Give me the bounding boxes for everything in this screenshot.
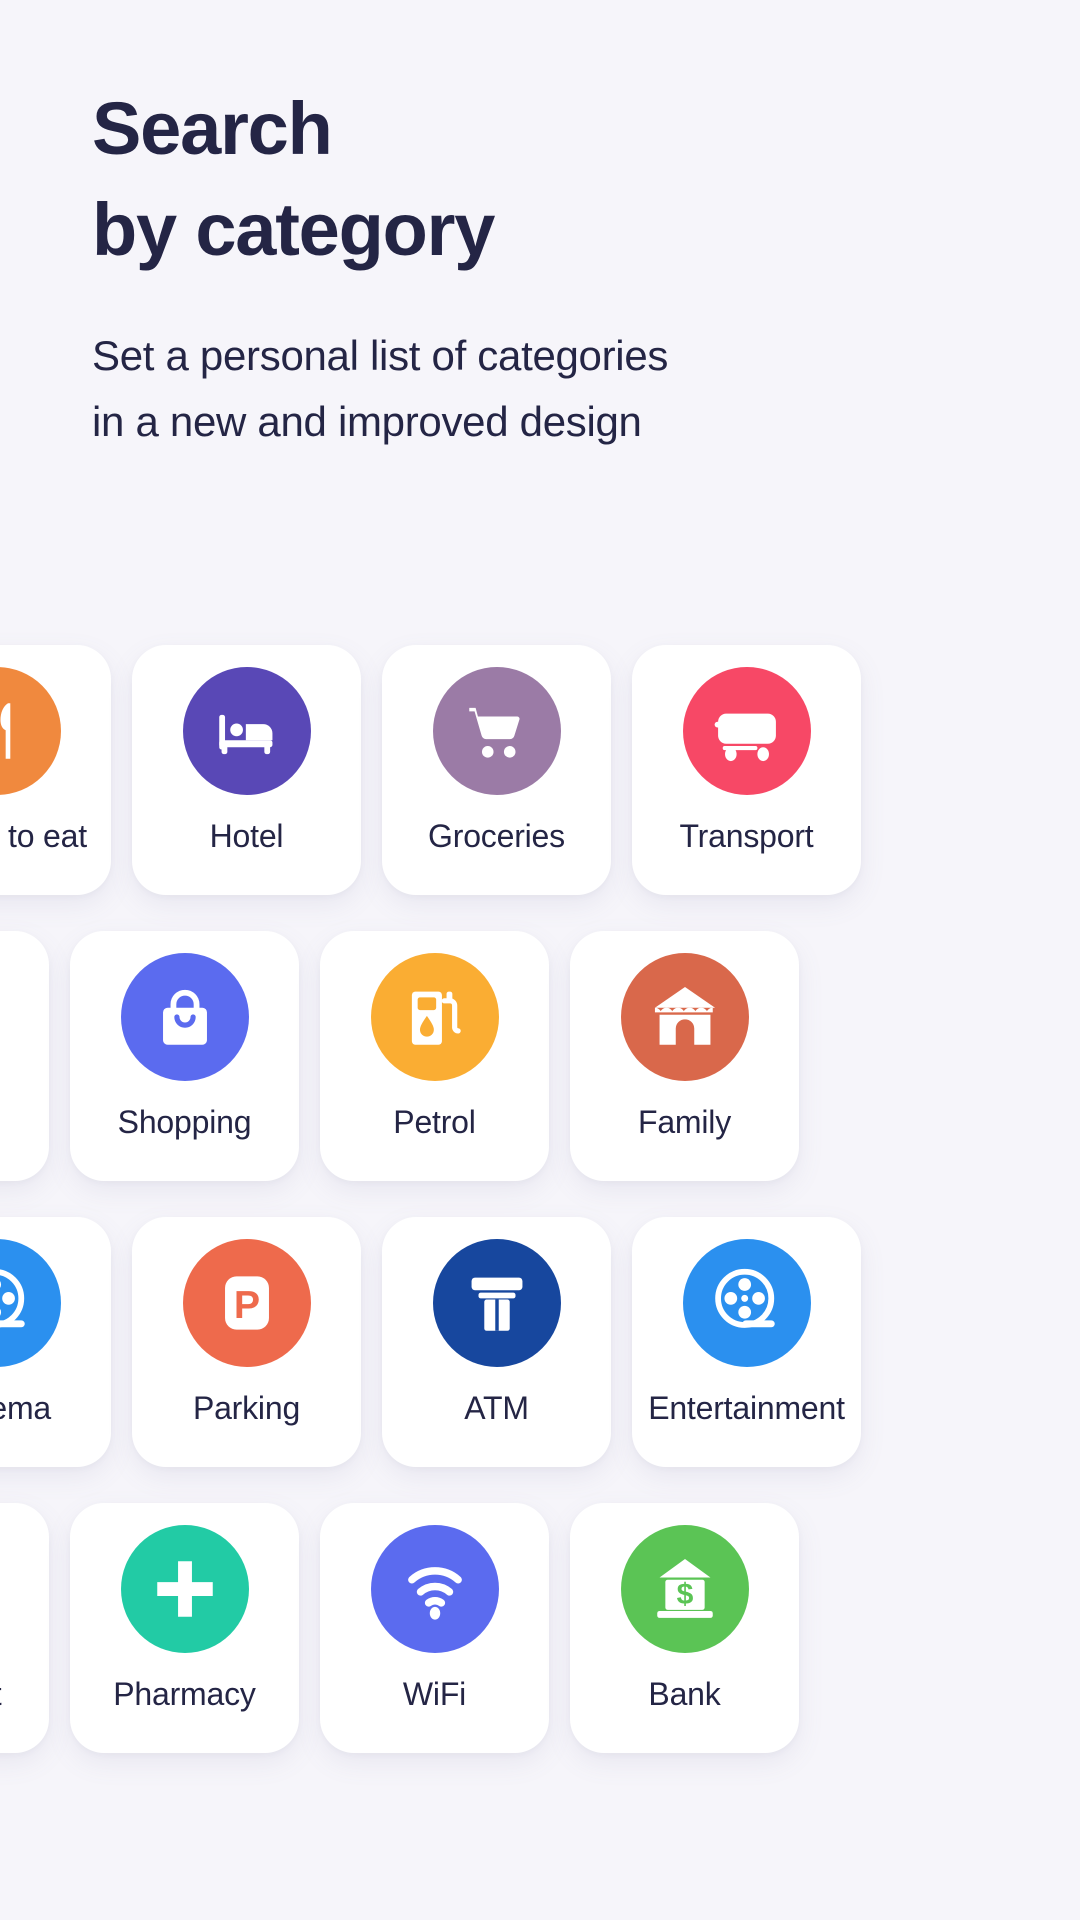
category-label: Shopping [117, 1104, 252, 1140]
wifi-icon [370, 1525, 499, 1653]
category-label: Family [637, 1104, 732, 1140]
film-reel-icon [0, 1239, 61, 1367]
bus-icon [682, 667, 811, 795]
category-label: ATM [464, 1390, 529, 1426]
shopping-icon [120, 953, 249, 1081]
category-card[interactable]: Family [570, 931, 799, 1181]
category-card[interactable]: Pharmacy [70, 1503, 299, 1753]
category-card[interactable]: Transport [632, 645, 861, 895]
bed-icon [182, 667, 311, 795]
category-card[interactable]: WiFi [320, 1503, 549, 1753]
category-card[interactable]: Groceries [382, 645, 611, 895]
category-label: Entertainment [648, 1390, 845, 1426]
category-card[interactable]: Entertainment [632, 1217, 861, 1467]
disc-icon [682, 1239, 811, 1367]
category-label: Groceries [428, 818, 565, 854]
category-label: Transport [679, 818, 814, 854]
tent-icon [620, 953, 749, 1081]
category-card[interactable]: Transport [0, 1503, 49, 1753]
svg-text:$: $ [676, 1578, 693, 1611]
category-card[interactable]: Hotel [132, 645, 361, 895]
atm-icon [432, 1239, 561, 1367]
category-row: $Bank Shopping Petrol Family [0, 931, 1080, 1181]
category-row: Transport Pharmacy WiFi $ Bank [0, 1503, 1080, 1753]
header: Search by category Set a personal list o… [0, 0, 1080, 455]
svg-text:P: P [233, 1283, 259, 1327]
bank-icon: $ [620, 1525, 749, 1653]
category-label: Bank [648, 1676, 721, 1712]
category-row: Where to eat Hotel Groceries Transport [0, 645, 1080, 895]
category-card[interactable]: Shopping [70, 931, 299, 1181]
category-grid: Where to eatHotelGroceriesTransport$Bank… [0, 645, 1080, 1789]
category-card[interactable]: Petrol [320, 931, 549, 1181]
category-card[interactable]: $Bank [0, 931, 49, 1181]
category-card[interactable]: P Parking [132, 1217, 361, 1467]
cutlery-icon [0, 667, 61, 795]
category-card[interactable]: Where to eat [0, 645, 111, 895]
category-card[interactable]: $ Bank [570, 1503, 799, 1753]
cart-icon [432, 667, 561, 795]
parking-icon: P [182, 1239, 311, 1367]
page-subtitle: Set a personal list of categories in a n… [92, 331, 669, 446]
category-label: Transport [0, 1676, 2, 1712]
category-label: Petrol [393, 1104, 476, 1140]
category-label: Where to eat [0, 818, 87, 854]
page-title: Search by category [92, 87, 495, 272]
cross-icon [120, 1525, 249, 1653]
category-label: Pharmacy [113, 1676, 256, 1712]
category-label: Cinema [0, 1390, 52, 1426]
category-card[interactable]: Cinema [0, 1217, 111, 1467]
fuel-icon [370, 953, 499, 1081]
category-label: Parking [192, 1390, 301, 1426]
category-row: Cinema P Parking ATM Entertainment [0, 1217, 1080, 1467]
category-label: Hotel [209, 818, 284, 854]
category-label: WiFi [402, 1676, 467, 1712]
category-card[interactable]: ATM [382, 1217, 611, 1467]
